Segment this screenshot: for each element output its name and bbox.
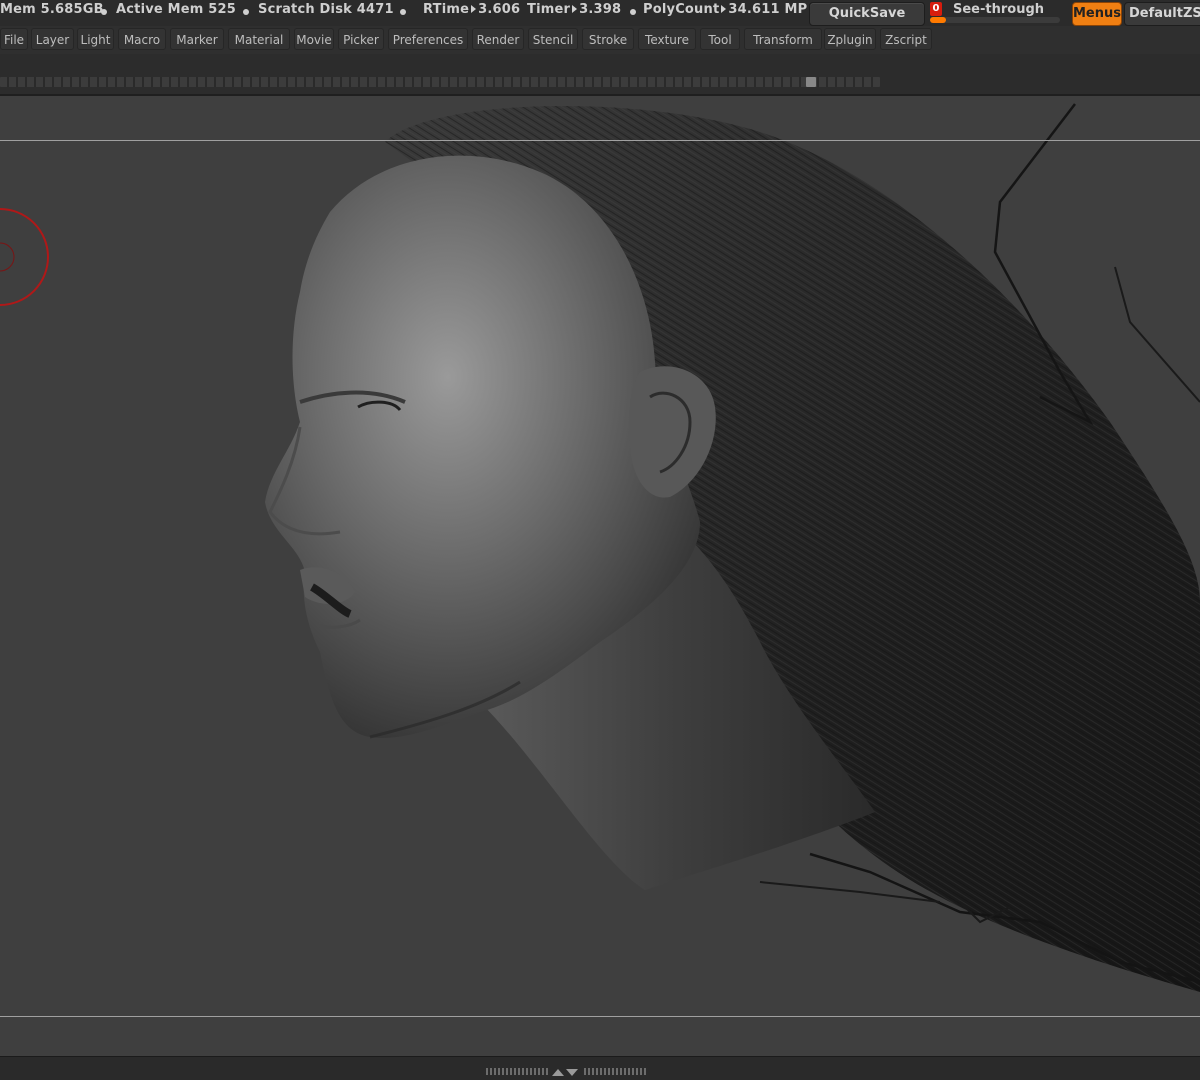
menu-preferences[interactable]: Preferences xyxy=(388,28,468,50)
timer-readout: Timer 3.398 xyxy=(527,2,621,17)
menu-transform[interactable]: Transform xyxy=(744,28,822,50)
menu-material[interactable]: Material xyxy=(228,28,290,50)
menu-marker[interactable]: Marker xyxy=(170,28,224,50)
menu-movie[interactable]: Movie xyxy=(294,28,334,50)
menus-toggle-button[interactable]: Menus xyxy=(1072,2,1122,26)
menu-macro[interactable]: Macro xyxy=(118,28,166,50)
separator-dot xyxy=(400,9,406,15)
active-memory-readout: Active Mem 525 xyxy=(116,2,237,17)
see-through-slider-fill xyxy=(930,17,946,23)
rtime-label: RTime xyxy=(423,2,470,17)
menu-zscript[interactable]: Zscript xyxy=(880,28,932,50)
status-bar: Mem 5.685GB Active Mem 525 Scratch Disk … xyxy=(0,0,1200,26)
scratch-disk-readout: Scratch Disk 4471 xyxy=(258,2,394,17)
play-arrow-icon xyxy=(572,5,578,13)
menu-render[interactable]: Render xyxy=(472,28,524,50)
menu-tool[interactable]: Tool xyxy=(700,28,740,50)
brush-cursor xyxy=(0,208,49,306)
see-through-value-badge: 0 xyxy=(930,2,942,16)
quicksave-button[interactable]: QuickSave xyxy=(809,2,925,26)
see-through-label: See-through xyxy=(953,2,1045,17)
menu-picker[interactable]: Picker xyxy=(338,28,384,50)
bottom-grip-right[interactable] xyxy=(584,1068,646,1075)
shelf-scroll-strip[interactable] xyxy=(0,77,880,87)
polycount-readout: PolyCount 34.611 MP xyxy=(643,2,807,17)
separator-dot xyxy=(630,9,636,15)
main-menu-bar: File Layer Light Macro Marker Material M… xyxy=(0,26,1200,54)
menu-light[interactable]: Light xyxy=(77,28,114,50)
bottom-shelf xyxy=(0,1056,1200,1080)
document-canvas[interactable] xyxy=(0,94,1200,1056)
timer-value: 3.398 xyxy=(579,2,622,17)
polycount-label: PolyCount xyxy=(643,2,720,17)
menu-zplugin[interactable]: Zplugin xyxy=(824,28,876,50)
canvas-guide-bottom xyxy=(0,1016,1200,1017)
expand-collapse-arrows-icon[interactable] xyxy=(550,1067,580,1077)
play-arrow-icon xyxy=(721,5,727,13)
menu-layer[interactable]: Layer xyxy=(31,28,74,50)
separator-dot xyxy=(101,9,107,15)
rtime-value: 3.606 xyxy=(478,2,521,17)
canvas-guide-top xyxy=(0,140,1200,141)
menu-stencil[interactable]: Stencil xyxy=(528,28,578,50)
play-arrow-icon xyxy=(471,5,477,13)
default-zscript-button[interactable]: DefaultZS xyxy=(1124,2,1200,26)
menu-file[interactable]: File xyxy=(0,28,28,50)
separator-dot xyxy=(243,9,249,15)
timer-label: Timer xyxy=(527,2,571,17)
menu-texture[interactable]: Texture xyxy=(638,28,696,50)
sculpt-viewport[interactable] xyxy=(0,96,1200,1056)
top-shelf xyxy=(0,54,1200,94)
shelf-scroll-handle[interactable] xyxy=(806,77,816,87)
polycount-value: 34.611 MP xyxy=(728,2,808,17)
menu-stroke[interactable]: Stroke xyxy=(582,28,634,50)
bottom-grip-left[interactable] xyxy=(486,1068,548,1075)
memory-readout: Mem 5.685GB xyxy=(0,2,104,17)
rtime-readout: RTime 3.606 xyxy=(423,2,520,17)
see-through-slider[interactable] xyxy=(930,17,1060,23)
